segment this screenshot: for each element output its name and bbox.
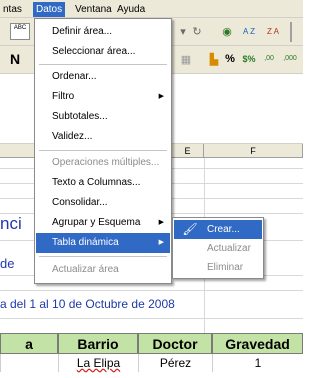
sheet-subtitle-partial: de	[0, 256, 15, 271]
menu-item-agrupar-label: Agrupar y Esquema	[52, 217, 141, 228]
navigator-icon[interactable]: ◉	[218, 23, 236, 41]
submenu-arrow-icon: ▶	[158, 239, 164, 246]
table-cell-gravedad[interactable]: 1	[212, 354, 303, 372]
grid-line	[0, 318, 303, 319]
tabla-dinamica-submenu: 🖌 Crear... Actualizar Eliminar	[172, 217, 264, 279]
menu-item-agrupar-esquema[interactable]: Agrupar y Esquema ▶	[36, 213, 170, 233]
spellcheck-icon: ABC	[13, 25, 27, 31]
bold-button[interactable]: N	[8, 50, 22, 68]
menu-bar: ntas Datos Ventana Ayuda	[0, 0, 303, 18]
column-header-f[interactable]: F	[204, 144, 303, 158]
submenu-item-crear-label: Crear...	[207, 224, 240, 235]
submenu-arrow-icon: ▶	[158, 93, 164, 100]
sheet-date-range: a del 1 al 10 de Octubre de 2008	[0, 297, 175, 311]
menu-item-validez[interactable]: Validez...	[36, 127, 170, 147]
menu-ayuda[interactable]: Ayuda	[114, 2, 148, 17]
menu-item-filtro[interactable]: Filtro ▶	[36, 87, 170, 107]
grid-line	[0, 290, 303, 291]
sheet-title-partial: nci	[0, 214, 22, 233]
menu-item-ordenar[interactable]: Ordenar...	[36, 67, 170, 87]
menu-ventana[interactable]: Ventana	[72, 2, 115, 17]
table-header-a: a	[0, 333, 58, 354]
percent-format-button[interactable]: %	[222, 50, 238, 68]
pivot-table-icon: 🖌	[182, 222, 198, 236]
menu-herramientas[interactable]: ntas	[0, 2, 25, 17]
submenu-item-actualizar[interactable]: Actualizar	[174, 239, 262, 258]
submenu-item-eliminar[interactable]: Eliminar	[174, 258, 262, 277]
submenu-arrow-icon: ▶	[158, 219, 164, 226]
menu-separator	[39, 150, 167, 151]
menu-item-consolidar[interactable]: Consolidar...	[36, 193, 170, 213]
menu-item-tabla-dinamica[interactable]: Tabla dinámica ▶	[36, 233, 170, 253]
menu-item-seleccionar-area[interactable]: Seleccionar área...	[36, 42, 170, 62]
menu-item-filtro-label: Filtro	[52, 91, 75, 102]
menu-item-definir-area[interactable]: Definir área...	[36, 22, 170, 42]
submenu-item-crear[interactable]: 🖌 Crear...	[174, 220, 262, 239]
table-header-gravedad: Gravedad	[212, 333, 303, 354]
menu-item-actualizar-area[interactable]: Actualizar área	[36, 260, 170, 280]
menu-item-tabla-dinamica-label: Tabla dinámica	[52, 237, 119, 248]
menu-item-texto-a-columnas[interactable]: Texto a Columnas...	[36, 173, 170, 193]
arrow-down-icon[interactable]: ▾	[176, 23, 190, 41]
redo-icon[interactable]: ↻	[190, 23, 204, 41]
menu-item-subtotales[interactable]: Subtotales...	[36, 107, 170, 127]
menu-separator	[39, 256, 167, 257]
menu-datos[interactable]: Datos	[33, 2, 66, 17]
table-cell[interactable]	[0, 354, 58, 372]
table-header-barrio: Barrio	[58, 333, 138, 354]
toolbar-separator	[290, 22, 292, 42]
add-decimal-button[interactable]: ,00	[260, 50, 278, 68]
sort-descending-icon[interactable]: Z A	[262, 23, 284, 41]
datos-menu: Definir área... Seleccionar área... Orde…	[34, 18, 172, 284]
spellcheck-button[interactable]: ABC	[10, 23, 30, 40]
menu-item-operaciones-multiples[interactable]: Operaciones múltiples...	[36, 153, 170, 173]
table-header-doctor: Doctor	[138, 333, 212, 354]
number-format-button[interactable]: $%	[240, 50, 258, 68]
merge-cells-icon[interactable]: ▦	[178, 51, 194, 69]
column-header-e[interactable]: E	[172, 144, 204, 158]
currency-format-icon[interactable]: ▙	[206, 51, 222, 69]
sort-ascending-icon[interactable]: A Z	[238, 23, 260, 41]
table-cell-barrio[interactable]: La Elipa	[58, 354, 138, 372]
remove-decimal-button[interactable]: ,000	[280, 50, 300, 68]
menu-separator	[39, 64, 167, 65]
table-cell-doctor[interactable]: Pérez	[138, 354, 212, 372]
